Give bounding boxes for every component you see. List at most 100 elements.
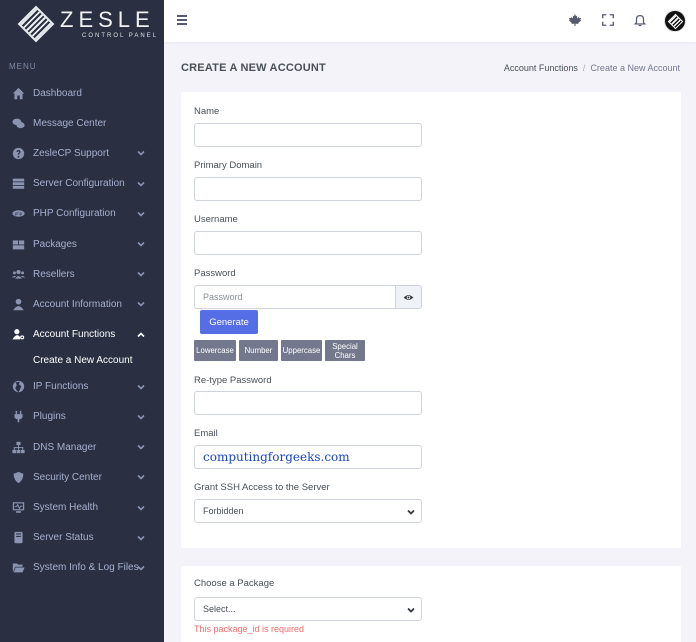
shield-icon [11,470,25,484]
package-select[interactable]: Select... [194,597,422,621]
plug-icon [11,410,25,424]
sidebar-item-resellers[interactable]: Resellers [0,259,164,289]
sidebar-item-php-configuration[interactable]: php PHP Configuration [0,199,164,229]
svg-text:php: php [14,211,22,216]
chevron-down-icon [137,534,145,542]
chevron-down-icon [137,210,145,218]
maple-leaf-icon[interactable] [567,12,583,28]
php-icon: php [11,207,25,221]
retype-password-label: Re-type Password [194,375,272,386]
chip-uppercase[interactable]: Uppercase [281,340,322,361]
network-icon [11,440,25,454]
chevron-down-icon [137,564,145,572]
ssh-access-value: Forbidden [203,506,244,516]
sidebar-item-plugins[interactable]: Plugins [0,402,164,432]
breadcrumb: Account Functions / Create a New Account [504,63,680,73]
sidebar-item-label: Message Center [33,117,107,129]
sidebar-item-dashboard[interactable]: Dashboard [0,78,164,108]
home-icon [11,86,25,100]
help-circle-icon [11,146,25,160]
user-icon [11,297,25,311]
sidebar-item-security-center[interactable]: Security Center [0,462,164,492]
folder-open-icon [11,561,25,575]
brand-subtitle: CONTROL PANEL [82,33,159,39]
chevron-down-icon [137,149,145,157]
chevron-down-icon [137,240,145,248]
sidebar-item-support[interactable]: ZesleCP Support [0,138,164,168]
fullscreen-icon[interactable] [600,12,616,28]
page-title: CREATE A NEW ACCOUNT [181,62,326,74]
sidebar-item-packages[interactable]: Packages [0,229,164,259]
sidebar-item-label: Account Functions [33,329,116,341]
password-group: Password [194,285,422,309]
sidebar-item-label: Resellers [33,268,75,280]
sidebar-item-label: Packages [33,238,77,250]
sidebar-nav: Dashboard Message Center ZesleCP Support… [0,78,164,583]
chip-special-chars[interactable]: Special Chars [325,340,365,361]
sidebar-item-server-configuration[interactable]: Server Configuration [0,169,164,199]
sidebar-item-label: ZesleCP Support [33,147,109,159]
eye-icon[interactable] [395,285,422,309]
sidebar-item-ip-functions[interactable]: IP Functions [0,372,164,402]
chevron-down-icon [137,413,145,421]
sidebar-item-label: PHP Configuration [33,208,116,220]
sidebar-item-label: Dashboard [33,87,82,99]
sidebar-item-system-info-logs[interactable]: System Info & Log Files [0,553,164,583]
ssh-access-label: Grant SSH Access to the Server [194,482,330,493]
sidebar-item-label: Server Configuration [33,178,125,190]
chip-number[interactable]: Number [239,340,278,361]
bell-icon[interactable] [632,12,648,28]
name-input[interactable] [194,123,422,147]
chip-lowercase[interactable]: Lowercase [194,340,236,361]
globe-icon [11,380,25,394]
avatar[interactable] [664,10,686,32]
sidebar-item-label: Server Status [33,532,94,544]
chat-icon [11,116,25,130]
chevron-down-icon [407,606,415,614]
email-label: Email [194,428,218,439]
ssh-access-select[interactable]: Forbidden [194,499,422,523]
brand-name: ZESLE [60,7,155,32]
package-card: Choose a Package Select... This package_… [181,566,681,642]
breadcrumb-parent[interactable]: Account Functions [504,63,578,73]
chevron-down-icon [137,270,145,278]
sidebar-item-label: Security Center [33,471,102,483]
account-form-card: Name Primary Domain Username Password Pa… [181,92,681,548]
users-icon [11,267,25,281]
monitor-icon [11,501,25,515]
chevron-down-icon [137,383,145,391]
user-cog-icon [11,328,25,342]
primary-domain-label: Primary Domain [194,160,263,171]
sidebar-item-dns-manager[interactable]: DNS Manager [0,432,164,462]
sidebar-item-server-status[interactable]: Server Status [0,523,164,553]
breadcrumb-separator: / [582,63,586,73]
sidebar-item-label: System Info & Log Files [33,562,139,574]
username-input[interactable] [194,231,422,255]
chevron-down-icon [137,180,145,188]
sidebar-item-system-health[interactable]: System Health [0,492,164,522]
sidebar-subitem-create-account[interactable]: Create a New Account [0,350,164,372]
chevron-down-icon [137,504,145,512]
package-value: Select... [203,604,236,614]
sidebar-item-account-functions[interactable]: Account Functions [0,320,164,350]
sidebar: ZESLE CONTROL PANEL MENU Dashboard Messa… [0,0,164,642]
package-error: This package_id is required [194,624,305,634]
package-icon [11,237,25,251]
brand-logo[interactable]: ZESLE CONTROL PANEL [0,0,164,48]
sidebar-item-label: DNS Manager [33,441,97,453]
chevron-down-icon [407,508,415,516]
generate-password-button[interactable]: Generate [200,310,258,334]
chevron-down-icon [137,473,145,481]
email-input[interactable]: computingforgeeks.com [194,445,422,469]
retype-password-input[interactable] [194,391,422,415]
primary-domain-input[interactable] [194,177,422,201]
sidebar-item-account-information[interactable]: Account Information [0,289,164,319]
sidebar-item-label: Plugins [33,411,66,423]
password-label: Password [194,268,236,279]
sidebar-item-label: Account Information [33,298,122,310]
sidebar-item-label: System Health [33,502,99,514]
password-input[interactable]: Password [194,285,395,309]
sidebar-item-message-center[interactable]: Message Center [0,108,164,138]
menu-icon[interactable] [177,15,187,25]
package-label: Choose a Package [194,578,275,589]
